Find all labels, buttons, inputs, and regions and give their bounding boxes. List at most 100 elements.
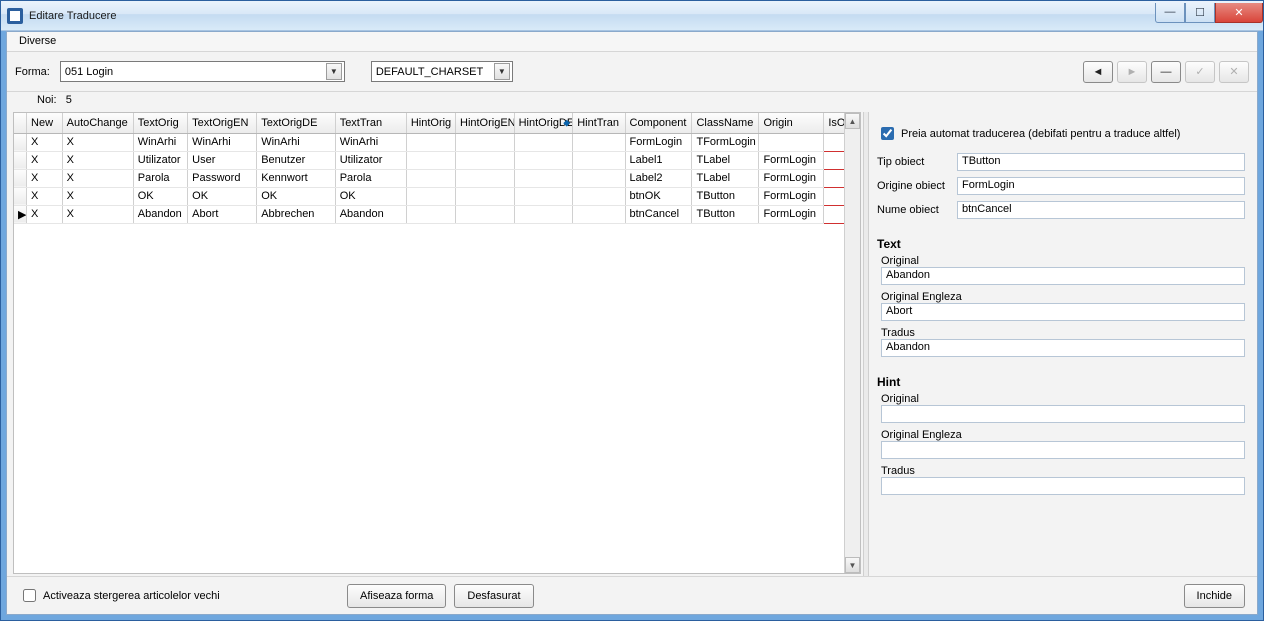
- column-header[interactable]: HintOrig: [406, 113, 455, 133]
- cell[interactable]: [406, 187, 455, 205]
- column-header[interactable]: HintOrigDE◆: [514, 113, 573, 133]
- column-header[interactable]: TextTran: [335, 113, 406, 133]
- cell[interactable]: [573, 205, 625, 223]
- scroll-up-icon[interactable]: ▲: [845, 113, 860, 129]
- cell[interactable]: X: [62, 187, 133, 205]
- hint-original-en-field[interactable]: [881, 441, 1245, 459]
- table-row[interactable]: ▶XXAbandonAbortAbbrechenAbandonbtnCancel…: [14, 205, 860, 223]
- auto-translation-checkbox[interactable]: [881, 127, 894, 140]
- cell[interactable]: [456, 169, 515, 187]
- table-row[interactable]: XXParolaPasswordKennwortParolaLabel2TLab…: [14, 169, 860, 187]
- cell[interactable]: [456, 133, 515, 151]
- cell[interactable]: [514, 205, 573, 223]
- column-header[interactable]: New: [27, 113, 63, 133]
- cell[interactable]: TLabel: [692, 169, 759, 187]
- cell[interactable]: FormLogin: [759, 151, 824, 169]
- cell[interactable]: [573, 151, 625, 169]
- forma-combo[interactable]: 051 Login ▼: [60, 61, 345, 82]
- nav-prev-button[interactable]: ◄: [1083, 61, 1113, 83]
- column-header[interactable]: TextOrigEN: [188, 113, 257, 133]
- text-original-en-field[interactable]: Abort: [881, 303, 1245, 321]
- cell[interactable]: Parola: [133, 169, 187, 187]
- cell[interactable]: [456, 151, 515, 169]
- minimize-button[interactable]: —: [1155, 3, 1185, 23]
- cell[interactable]: X: [27, 187, 63, 205]
- cell[interactable]: X: [27, 151, 63, 169]
- menu-diverse[interactable]: Diverse: [13, 33, 62, 49]
- column-header[interactable]: HintTran: [573, 113, 625, 133]
- cell[interactable]: [573, 187, 625, 205]
- scroll-down-icon[interactable]: ▼: [845, 557, 860, 573]
- charset-combo[interactable]: DEFAULT_CHARSET ▼: [371, 61, 513, 82]
- nav-cancel-button[interactable]: ✕: [1219, 61, 1249, 83]
- cell[interactable]: Parola: [335, 169, 406, 187]
- cell[interactable]: FormLogin: [759, 169, 824, 187]
- cell[interactable]: [406, 133, 455, 151]
- table-row[interactable]: XXWinArhiWinArhiWinArhiWinArhiFormLoginT…: [14, 133, 860, 151]
- nav-minus-button[interactable]: —: [1151, 61, 1181, 83]
- grid-table[interactable]: NewAutoChangeTextOrigTextOrigENTextOrigD…: [14, 113, 860, 224]
- cell[interactable]: FormLogin: [759, 205, 824, 223]
- cell[interactable]: Abandon: [133, 205, 187, 223]
- desfasurat-button[interactable]: Desfasurat: [454, 584, 533, 608]
- cell[interactable]: [406, 151, 455, 169]
- column-header[interactable]: TextOrigDE: [257, 113, 335, 133]
- column-header[interactable]: AutoChange: [62, 113, 133, 133]
- cell[interactable]: Kennwort: [257, 169, 335, 187]
- cell[interactable]: btnOK: [625, 187, 692, 205]
- cell[interactable]: Utilizator: [335, 151, 406, 169]
- cell[interactable]: [456, 205, 515, 223]
- column-header[interactable]: Component: [625, 113, 692, 133]
- cell[interactable]: TFormLogin: [692, 133, 759, 151]
- cell[interactable]: [514, 133, 573, 151]
- chevron-down-icon[interactable]: ▼: [494, 63, 510, 80]
- cell[interactable]: TButton: [692, 187, 759, 205]
- table-row[interactable]: XXOKOKOKOKbtnOKTButtonFormLogin: [14, 187, 860, 205]
- cell[interactable]: X: [62, 151, 133, 169]
- cell[interactable]: OK: [335, 187, 406, 205]
- cell[interactable]: WinArhi: [257, 133, 335, 151]
- column-header[interactable]: TextOrig: [133, 113, 187, 133]
- cell[interactable]: X: [27, 169, 63, 187]
- cell[interactable]: Abort: [188, 205, 257, 223]
- origine-obiect-field[interactable]: FormLogin: [957, 177, 1245, 195]
- chevron-down-icon[interactable]: ▼: [326, 63, 342, 80]
- cell[interactable]: WinArhi: [335, 133, 406, 151]
- cell[interactable]: Label1: [625, 151, 692, 169]
- titlebar[interactable]: Editare Traducere — ☐ ✕: [1, 1, 1263, 31]
- cell[interactable]: OK: [133, 187, 187, 205]
- hint-original-field[interactable]: [881, 405, 1245, 423]
- cell[interactable]: User: [188, 151, 257, 169]
- cell[interactable]: X: [62, 169, 133, 187]
- cell[interactable]: FormLogin: [625, 133, 692, 151]
- cell[interactable]: Password: [188, 169, 257, 187]
- maximize-button[interactable]: ☐: [1185, 3, 1215, 23]
- cell[interactable]: [406, 169, 455, 187]
- column-header[interactable]: Origin: [759, 113, 824, 133]
- cell[interactable]: Abbrechen: [257, 205, 335, 223]
- cell[interactable]: [406, 205, 455, 223]
- column-header[interactable]: ClassName: [692, 113, 759, 133]
- cell[interactable]: OK: [257, 187, 335, 205]
- cell[interactable]: X: [62, 205, 133, 223]
- cell[interactable]: [759, 133, 824, 151]
- delete-old-checkbox[interactable]: [23, 589, 36, 602]
- table-row[interactable]: XXUtilizatorUserBenutzerUtilizatorLabel1…: [14, 151, 860, 169]
- text-original-field[interactable]: Abandon: [881, 267, 1245, 285]
- afiseaza-forma-button[interactable]: Afiseaza forma: [347, 584, 446, 608]
- cell[interactable]: Label2: [625, 169, 692, 187]
- cell[interactable]: X: [27, 205, 63, 223]
- hint-tradus-field[interactable]: [881, 477, 1245, 495]
- cell[interactable]: X: [62, 133, 133, 151]
- text-tradus-field[interactable]: Abandon: [881, 339, 1245, 357]
- tip-obiect-field[interactable]: TButton: [957, 153, 1245, 171]
- nav-next-button[interactable]: ►: [1117, 61, 1147, 83]
- cell[interactable]: [456, 187, 515, 205]
- cell[interactable]: WinArhi: [133, 133, 187, 151]
- cell[interactable]: [514, 169, 573, 187]
- cell[interactable]: [573, 133, 625, 151]
- nav-check-button[interactable]: ✓: [1185, 61, 1215, 83]
- cell[interactable]: Abandon: [335, 205, 406, 223]
- cell[interactable]: OK: [188, 187, 257, 205]
- cell[interactable]: [514, 187, 573, 205]
